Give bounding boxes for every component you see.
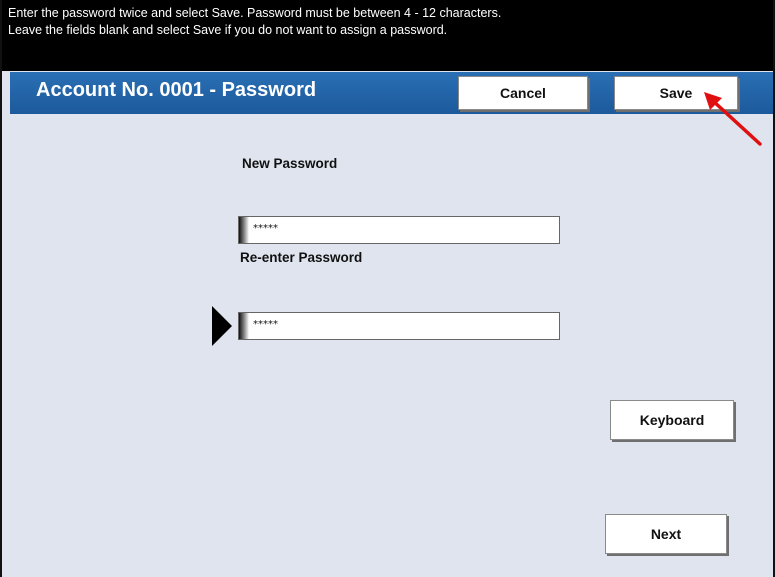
- new-password-value: *****: [253, 223, 278, 234]
- password-screen: Enter the password twice and select Save…: [0, 0, 775, 577]
- field-gutter: [239, 217, 249, 243]
- instruction-line-1: Enter the password twice and select Save…: [8, 6, 502, 20]
- reenter-password-label: Re-enter Password: [240, 250, 363, 265]
- keyboard-button[interactable]: Keyboard: [610, 400, 734, 440]
- reenter-password-value: *****: [253, 319, 278, 330]
- reenter-password-field[interactable]: *****: [238, 312, 560, 340]
- title-bar: Account No. 0001 - Password Cancel Save: [10, 72, 773, 114]
- cancel-button[interactable]: Cancel: [458, 76, 588, 110]
- triangle-right-icon: [212, 306, 232, 346]
- instructions-banner: Enter the password twice and select Save…: [2, 0, 773, 71]
- next-button[interactable]: Next: [605, 514, 727, 554]
- field-gutter: [239, 313, 249, 339]
- new-password-label: New Password: [242, 156, 338, 171]
- next-button-label: Next: [650, 526, 682, 542]
- red-arrow-icon: [704, 92, 762, 146]
- new-password-field[interactable]: *****: [238, 216, 560, 244]
- keyboard-button-label: Keyboard: [639, 412, 705, 428]
- cancel-button-label: Cancel: [500, 85, 546, 101]
- save-button-label: Save: [659, 85, 693, 101]
- page-title: Account No. 0001 - Password: [36, 79, 317, 101]
- instruction-line-2: Leave the fields blank and select Save i…: [8, 23, 448, 37]
